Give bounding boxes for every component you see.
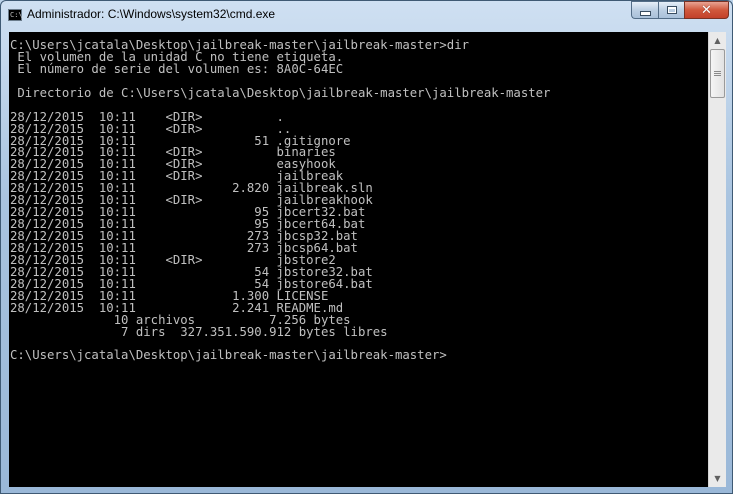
minimize-icon [639, 10, 651, 16]
maximize-button[interactable] [658, 1, 684, 19]
close-icon: ✕ [701, 2, 712, 18]
vertical-scrollbar[interactable]: ▲ ▼ [708, 32, 726, 487]
scroll-up-button[interactable]: ▲ [709, 32, 726, 49]
console-line: C:\Users\jcatala\Desktop\jailbreak-maste… [10, 348, 447, 363]
caption-buttons: ✕ [631, 1, 729, 20]
console-output[interactable]: C:\Users\jcatala\Desktop\jailbreak-maste… [9, 32, 708, 487]
console-line: 7 dirs 327.351.590.912 bytes libres [10, 324, 388, 339]
maximize-icon [666, 6, 677, 14]
scroll-down-arrow-icon: ▼ [714, 474, 721, 483]
console-text: C:\Users\jcatala\Desktop\jailbreak-maste… [9, 32, 708, 362]
console-line: El número de serie del volumen es: 8A0C-… [10, 61, 344, 76]
close-button[interactable]: ✕ [684, 1, 729, 19]
minimize-button[interactable] [631, 1, 658, 19]
scroll-thumb[interactable] [710, 49, 725, 98]
console-line: Directorio de C:\Users\jcatala\Desktop\j… [10, 85, 551, 100]
grip-line [714, 71, 721, 72]
grip-line [714, 73, 721, 74]
scroll-up-arrow-icon: ▲ [714, 36, 721, 45]
cmd-icon[interactable]: C:\ [8, 9, 23, 21]
title-bar[interactable]: C:\ Administrador: C:\Windows\system32\c… [1, 1, 732, 32]
cmd-window: C:\ Administrador: C:\Windows\system32\c… [0, 0, 733, 494]
grip-line [714, 75, 721, 76]
scroll-down-button[interactable]: ▼ [709, 470, 726, 487]
window-title: Administrador: C:\Windows\system32\cmd.e… [27, 7, 276, 21]
